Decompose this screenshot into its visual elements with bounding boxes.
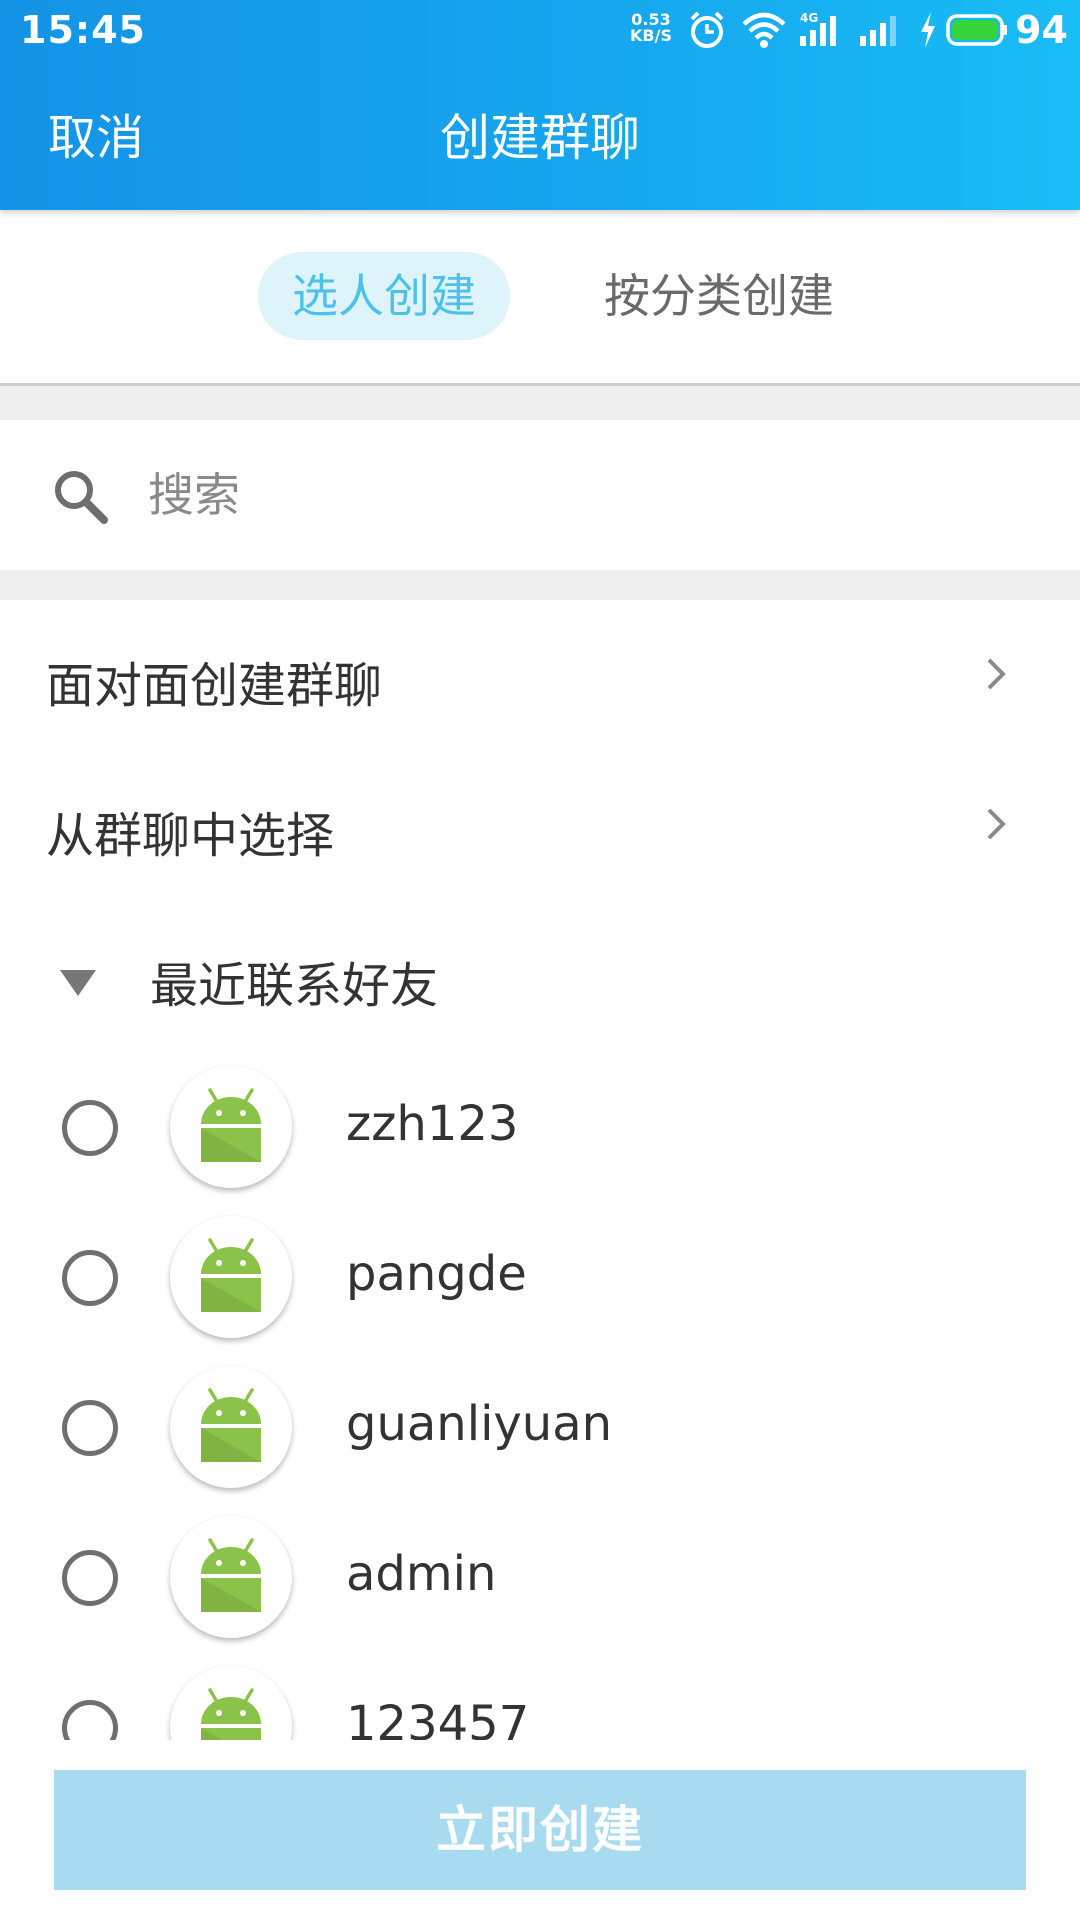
tab-select-people[interactable]: 选人创建 <box>258 252 510 340</box>
radio-button[interactable] <box>62 1100 118 1156</box>
android-avatar-icon <box>170 1066 292 1188</box>
page-title-container: 创建群聊 <box>0 98 1080 170</box>
charging-icon <box>918 10 938 54</box>
recent-contacts-header[interactable]: 最近联系好友 <box>0 900 1080 1050</box>
creation-mode-tabs: 选人创建 按分类创建 <box>0 210 1080 386</box>
signal-4g-icon: 4G <box>798 10 846 54</box>
network-type-label: 4G <box>800 11 818 25</box>
contact-row[interactable]: pangde <box>0 1200 1080 1350</box>
radio-button[interactable] <box>62 1250 118 1306</box>
contact-name: zzh123 <box>346 1096 519 1152</box>
contact-list: zzh123 pangde guanliyuan admin 123457 <box>0 1050 1080 1740</box>
title-bar: 取消 创建群聊 <box>0 60 1080 210</box>
radio-button[interactable] <box>62 1550 118 1606</box>
status-bar: 15:45 0.53 KB/S 4G 94 <box>0 0 1080 60</box>
bottom-action-area: 立即创建 <box>0 1740 1080 1920</box>
section-divider <box>0 570 1080 600</box>
section-divider <box>0 386 1080 420</box>
alarm-icon <box>688 10 726 54</box>
android-avatar-icon <box>170 1516 292 1638</box>
android-avatar-icon <box>170 1366 292 1488</box>
app-header: 15:45 0.53 KB/S 4G 94 取消 创建群聊 <box>0 0 1080 210</box>
section-title: 最近联系好友 <box>150 958 439 1014</box>
contact-name: 123457 <box>346 1696 530 1740</box>
search-input[interactable] <box>148 465 1028 525</box>
contact-name: guanliyuan <box>346 1396 613 1452</box>
create-now-button[interactable]: 立即创建 <box>54 1770 1026 1890</box>
contact-name: pangde <box>346 1246 527 1302</box>
contact-name: admin <box>346 1546 497 1602</box>
wifi-icon <box>742 10 786 54</box>
chevron-right-icon <box>984 804 1008 848</box>
triangle-down-icon <box>60 970 96 1000</box>
contact-row[interactable]: guanliyuan <box>0 1350 1080 1500</box>
network-speed: 0.53 KB/S <box>628 12 674 44</box>
status-time: 15:45 <box>20 8 146 52</box>
tab-by-category[interactable]: 按分类创建 <box>584 252 854 340</box>
radio-button[interactable] <box>62 1400 118 1456</box>
menu-item-face-to-face[interactable]: 面对面创建群聊 <box>0 600 1080 750</box>
contact-row[interactable]: admin <box>0 1500 1080 1650</box>
create-group-chat-screen: 15:45 0.53 KB/S 4G 94 取消 创建群聊 选人创建 按分类创建… <box>0 0 1080 1920</box>
radio-button[interactable] <box>62 1700 118 1740</box>
menu-item-from-group[interactable]: 从群聊中选择 <box>0 750 1080 900</box>
page-title: 创建群聊 <box>440 109 640 167</box>
android-avatar-icon <box>170 1216 292 1338</box>
search-icon <box>50 466 110 530</box>
android-avatar-icon <box>170 1666 292 1740</box>
battery-level: 94 <box>1015 8 1068 52</box>
menu-item-label: 面对面创建群聊 <box>46 658 383 714</box>
battery-icon <box>946 13 1010 51</box>
menu-item-label: 从群聊中选择 <box>46 808 335 864</box>
cancel-button[interactable]: 取消 <box>48 98 144 168</box>
contact-row[interactable]: zzh123 <box>0 1050 1080 1200</box>
signal-icon <box>858 10 904 54</box>
search-bar[interactable] <box>0 420 1080 570</box>
chevron-right-icon <box>984 654 1008 698</box>
contact-row[interactable]: 123457 <box>0 1650 1080 1740</box>
network-speed-unit: KB/S <box>630 26 672 45</box>
